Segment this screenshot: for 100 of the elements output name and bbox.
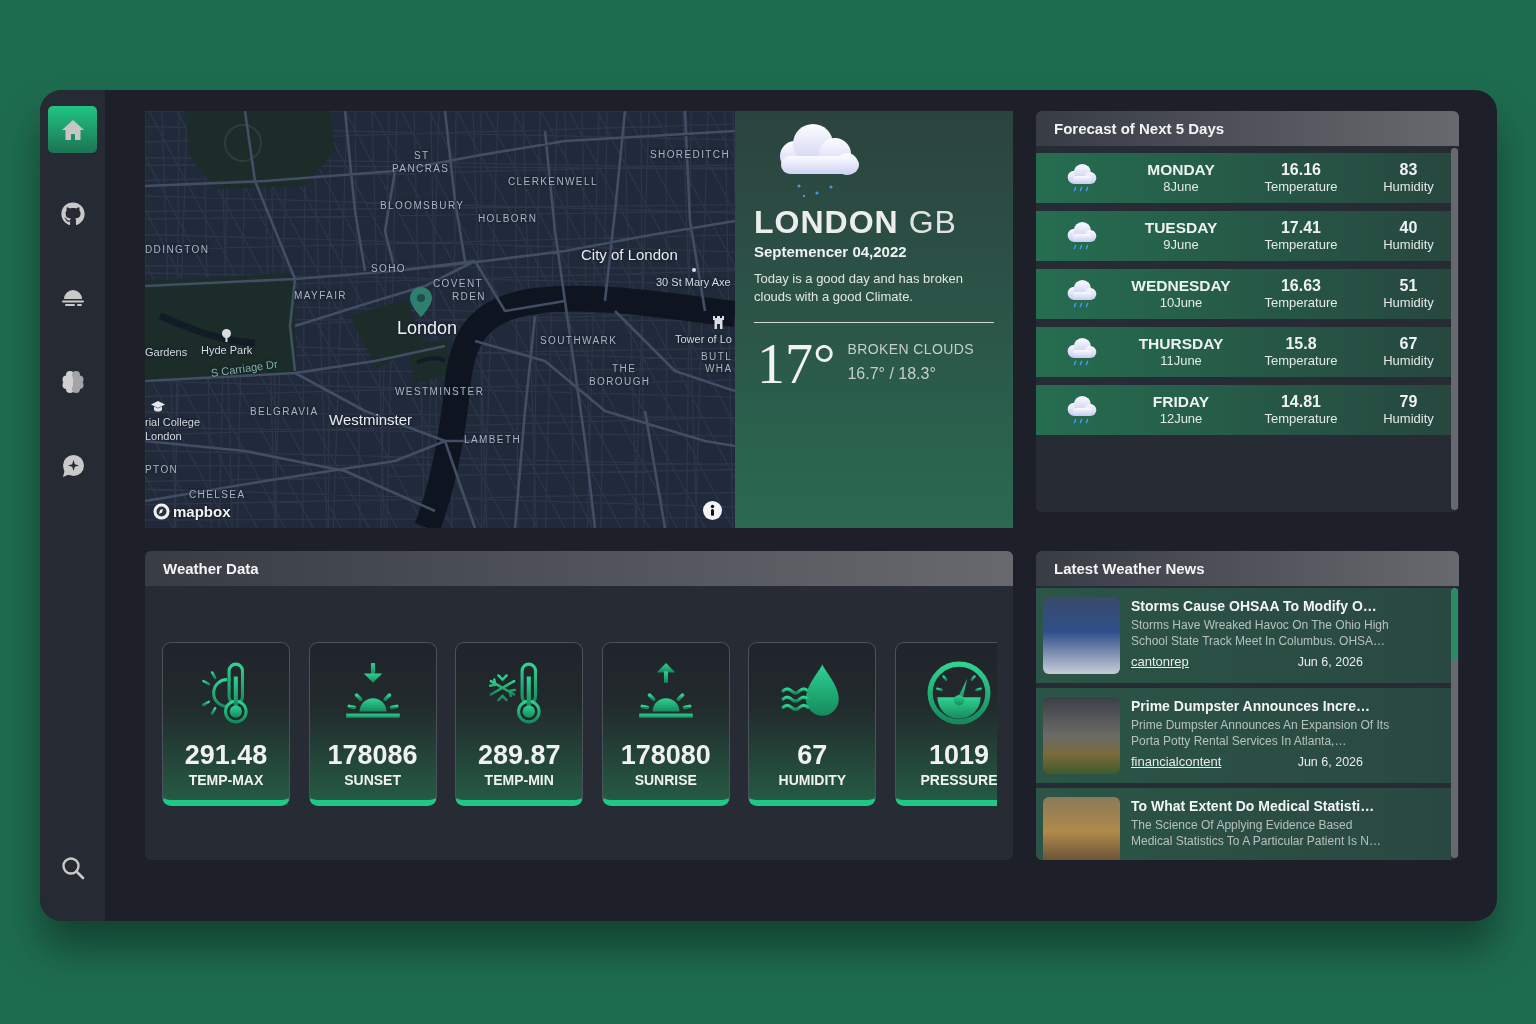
humidity-label: Humidity bbox=[1383, 411, 1434, 427]
logo-mark-icon bbox=[153, 503, 170, 520]
house-icon bbox=[60, 118, 85, 141]
day-name: MONDAY bbox=[1147, 161, 1215, 179]
news-description: Storms Have Wreaked Havoc On The Ohio High School State Track Meet In Columbus. OHSA… bbox=[1131, 617, 1390, 649]
scrollbar[interactable] bbox=[1451, 588, 1458, 858]
castle-icon bbox=[713, 316, 724, 329]
humidity-value: 40 bbox=[1399, 219, 1418, 237]
map-label: London bbox=[397, 318, 458, 339]
current-temperature: 17° bbox=[757, 337, 836, 391]
news-title: To What Extent Do Medical Statisti… bbox=[1131, 797, 1376, 815]
chat-bubble-icon bbox=[60, 453, 85, 478]
stat-label: SUNSET bbox=[344, 772, 401, 789]
stat-value: 1019 bbox=[928, 740, 989, 770]
news-date: Jun 6, 2026 bbox=[1297, 754, 1363, 770]
map-label: Tower of Lo bbox=[675, 333, 732, 346]
map-label: City of London bbox=[581, 246, 678, 264]
humidity-value: 83 bbox=[1399, 161, 1418, 179]
stat-value: 178080 bbox=[620, 740, 711, 770]
day-date: 10June bbox=[1159, 295, 1203, 311]
news-item[interactable]: Prime Dumpster Announces Incre… Prime Dumpster Announces An Expansion Of Its Porta Potty Rental Services In Atlanta,… financialcontent Jun 6, 2026 bbox=[1036, 688, 1451, 783]
stat-value: 67 bbox=[797, 740, 828, 770]
map-label: BLOOMSBURY bbox=[380, 200, 465, 212]
temperature-label: Temperature bbox=[1264, 353, 1338, 369]
map-label: CHELSEA bbox=[189, 489, 246, 501]
scrollbar[interactable] bbox=[1451, 148, 1458, 510]
weather-condition: BROKEN CLOUDS bbox=[847, 341, 974, 358]
temperature-range: 16.7° / 18.3° bbox=[847, 364, 937, 383]
map-label: 30 St Mary Axe bbox=[656, 276, 731, 289]
map-label: THE bbox=[612, 363, 637, 375]
humidity-value: 67 bbox=[1399, 335, 1418, 353]
map-label: S Carriage Dr bbox=[210, 357, 279, 380]
map-label: DDINGTON bbox=[145, 244, 210, 256]
humidity-value: 51 bbox=[1399, 277, 1418, 295]
news-item[interactable]: To What Extent Do Medical Statisti… The Science Of Applying Evidence Based Medical Statistics To A Particular Patient Is N… bbox=[1036, 788, 1451, 860]
temperature-value: 16.16 bbox=[1280, 161, 1321, 179]
source-link[interactable]: financialcontent bbox=[1131, 754, 1222, 770]
day-name: TUESDAY bbox=[1144, 219, 1218, 237]
source-link[interactable]: cantonrep bbox=[1131, 654, 1189, 670]
day-date: 11June bbox=[1160, 353, 1202, 369]
map-label: BELGRAVIA bbox=[250, 406, 319, 418]
map-label: BUTL bbox=[701, 351, 733, 363]
map-label: SOHO bbox=[371, 263, 407, 275]
humidity-label: Humidity bbox=[1383, 179, 1434, 195]
day-name: THURSDAY bbox=[1138, 335, 1224, 353]
day-date: 8June bbox=[1163, 179, 1199, 195]
news-description: Prime Dumpster Announces An Expansion Of Its Porta Potty Rental Services In Atlanta,… bbox=[1131, 717, 1391, 749]
map-label: COVENT bbox=[433, 278, 484, 290]
dot-marker-icon bbox=[692, 268, 696, 272]
panel-title: Forecast of Next 5 Days bbox=[1054, 120, 1225, 137]
panel-title: Weather Data bbox=[163, 560, 259, 577]
map-label: PTON bbox=[145, 464, 179, 476]
map-label: PANCRAS bbox=[392, 163, 450, 175]
gauge-icon bbox=[925, 660, 992, 726]
map-label: rial College bbox=[145, 416, 201, 429]
stat-value: 291.48 bbox=[184, 740, 268, 770]
current-date: Septemencer 04,2022 bbox=[754, 242, 908, 262]
temperature-label: Temperature bbox=[1264, 179, 1338, 195]
map-label: CLERKENWELL bbox=[508, 176, 598, 188]
map-label: Gardens bbox=[145, 346, 188, 359]
temperature-label: Temperature bbox=[1264, 237, 1338, 253]
stat-label: PRESSURE bbox=[920, 772, 997, 789]
map-label: BOROUGH bbox=[589, 376, 651, 388]
map-label: WHA bbox=[705, 363, 733, 375]
search-icon bbox=[60, 855, 85, 880]
news-description: The Science Of Applying Evidence Based Medical Statistics To A Particular Patient Is N… bbox=[1131, 817, 1382, 849]
map-label: HOLBORN bbox=[478, 213, 538, 225]
day-name: WEDNESDAY bbox=[1131, 277, 1231, 295]
day-date: 9June bbox=[1163, 237, 1199, 253]
map-label: London bbox=[145, 430, 182, 443]
map-label: MAYFAIR bbox=[294, 290, 347, 302]
day-date: 12June bbox=[1159, 411, 1203, 427]
brain-icon bbox=[60, 369, 85, 394]
weather-summary: Today is a good day and has broken clouds with a good Climate. bbox=[754, 270, 964, 306]
city-name: LONDON bbox=[754, 204, 899, 240]
news-item[interactable]: Storms Cause OHSAA To Modify O… Storms Have Wreaked Havoc On The Ohio High School State Track Meet In Columbus. OHSA… cantonrep Jun 6, 2026 bbox=[1036, 588, 1451, 683]
panel-title: Latest Weather News bbox=[1054, 560, 1205, 577]
stat-label: HUMIDITY bbox=[778, 772, 847, 789]
map-label: WESTMINSTER bbox=[395, 386, 485, 398]
tree-icon bbox=[221, 329, 232, 342]
stat-label: TEMP-MIN bbox=[484, 772, 554, 789]
map-label: RDEN bbox=[452, 291, 486, 303]
humidity-label: Humidity bbox=[1383, 353, 1434, 369]
stat-label: SUNRISE bbox=[634, 772, 697, 789]
temperature-label: Temperature bbox=[1264, 411, 1338, 427]
logo-text: mapbox bbox=[173, 503, 231, 520]
news-title: Prime Dumpster Announces Incre… bbox=[1131, 697, 1372, 715]
stat-label: TEMP-MAX bbox=[188, 772, 264, 789]
temperature-value: 16.63 bbox=[1280, 277, 1321, 295]
humidity-value: 79 bbox=[1399, 393, 1418, 411]
temperature-label: Temperature bbox=[1264, 295, 1338, 311]
map-label: Hyde Park bbox=[201, 344, 253, 357]
temperature-value: 17.41 bbox=[1280, 219, 1321, 237]
humidity-label: Humidity bbox=[1383, 295, 1434, 311]
info-button[interactable] bbox=[703, 501, 722, 520]
news-title: Storms Cause OHSAA To Modify O… bbox=[1131, 597, 1378, 615]
temperature-value: 15.8 bbox=[1285, 335, 1317, 353]
country-code: GB bbox=[908, 204, 957, 240]
day-name: FRIDAY bbox=[1152, 393, 1210, 411]
news-date: Jun 6, 2026 bbox=[1297, 654, 1363, 670]
